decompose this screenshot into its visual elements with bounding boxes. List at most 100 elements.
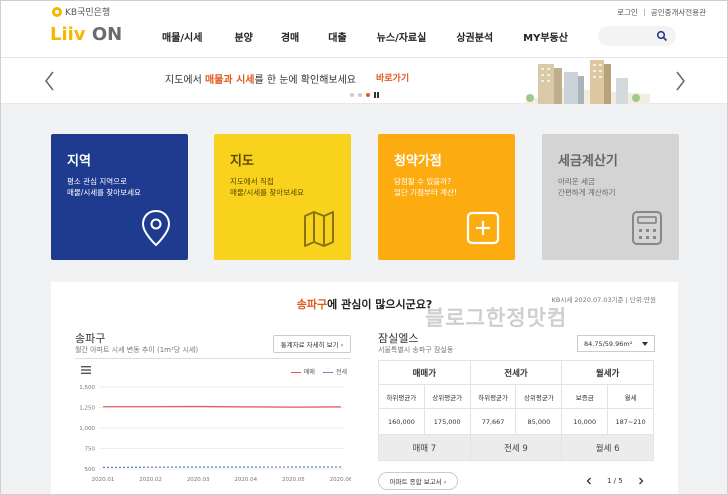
card-subscription-score[interactable]: 청약가점 당첨될 수 있을까? 얼단 기점부터 계산! — [378, 134, 515, 260]
divider — [643, 9, 645, 16]
y-tick-label: 1,500 — [79, 385, 95, 391]
sale-count-button[interactable]: 매매 7 — [378, 434, 471, 461]
banner-pagination — [350, 92, 379, 98]
nav-item-commercial[interactable]: 상권분석 — [456, 29, 493, 44]
area-select-value: 84.75/59.96m² — [584, 339, 633, 348]
card-title: 청약가점 — [394, 154, 442, 169]
nav-item-listings[interactable]: 매물/시세 — [162, 29, 202, 44]
card-description: 아리운 세금 간편하게 계산하기 — [558, 177, 616, 197]
nav-item-my-realestate[interactable]: MY부동산 — [523, 29, 568, 44]
card-title: 지역 — [67, 154, 91, 169]
card-title: 지도 — [230, 154, 254, 169]
nav-item-news[interactable]: 뉴스/자료실 — [377, 29, 427, 44]
nav-item-presale[interactable]: 분양 — [234, 29, 252, 44]
area-select[interactable]: 84.75/59.96m² — [577, 335, 655, 352]
x-tick-label: 2020.01 — [92, 477, 115, 483]
header-monthly: 월세가 — [561, 360, 654, 385]
subheader-cell: 상위평균가 — [515, 384, 563, 409]
banner-go-link[interactable]: 바로가기 — [376, 71, 409, 84]
x-tick-label: 2020.05 — [282, 477, 305, 483]
banner-text-pre: 지도에서 — [165, 75, 205, 86]
banner-text-highlight: 매물과 시세 — [204, 75, 255, 86]
price-trend-chart: 매매 전세 1,500 1,250 1,000 750 500 2020.01 2020.… — [75, 358, 351, 485]
apartment-pager: 1 / 5 — [585, 477, 645, 485]
pause-icon[interactable] — [374, 92, 379, 98]
main-content: 지역 평소 관심 지역으로 매물/시세를 찾아보세요 지도 지도에서 직접 매물… — [0, 104, 728, 495]
promo-banner: 지도에서 매물과 시세를 한 눈에 확인해보세요 바로가기 — [0, 58, 728, 104]
monthly-count-button[interactable]: 월세 6 — [561, 434, 654, 461]
apartment-address: 서울특별시 송파구 잠실동 — [378, 346, 454, 354]
stats-detail-button[interactable]: 통계자료 자세히 보기 › — [273, 335, 351, 353]
x-tick-label: 2020.06 — [330, 477, 351, 483]
bank-name: KB국민은행 — [65, 8, 111, 18]
prev-page-icon[interactable] — [585, 477, 593, 485]
apartment-report-button[interactable]: 아파트 종합 보고서 › — [378, 472, 458, 490]
subheader-cell: 하위평균가 — [378, 384, 425, 409]
table-subheader-row: 하위평균가 상위평균가 하위평균가 상위평균가 보증금 월세 — [378, 384, 654, 409]
value-cell: 187~210 — [607, 408, 654, 435]
jeonse-count-button[interactable]: 전세 9 — [469, 434, 563, 461]
x-tick-label: 2020.04 — [234, 477, 257, 483]
chevron-left-icon[interactable] — [42, 70, 58, 92]
card-description: 지도에서 직접 매물/시세를 찾아보세요 — [230, 177, 304, 197]
caret-down-icon — [642, 342, 648, 346]
apartment-name: 잠실엘스 — [378, 332, 419, 345]
calculator-icon — [632, 211, 662, 245]
kb-bank-logo[interactable]: KB국민은행 — [52, 5, 110, 18]
card-tax-calculator[interactable]: 세금계산기 아리운 세금 간편하게 계산하기 — [542, 134, 679, 260]
value-cell: 85,000 — [515, 408, 563, 435]
value-cell: 10,000 — [561, 408, 609, 435]
location-pin-icon — [141, 209, 171, 247]
kb-star-icon — [52, 6, 62, 17]
y-tick-label: 1,000 — [79, 426, 95, 432]
logo-on-text: ON — [91, 24, 123, 45]
top-utility-links: 로그인 공인중개사전용관 — [617, 7, 706, 18]
table-header-row: 매매가 전세가 월세가 — [378, 360, 654, 385]
chart-plot: 1,500 1,250 1,000 750 500 2020.01 2020.02 2020… — [79, 385, 351, 483]
realtor-link[interactable]: 공인중개사전용관 — [651, 7, 706, 18]
login-link[interactable]: 로그인 — [617, 7, 638, 18]
banner-message: 지도에서 매물과 시세를 한 눈에 확인해보세요 — [165, 71, 356, 86]
listing-count-row: 매매 7 전세 9 월세 6 — [378, 434, 654, 461]
header-sale: 매매가 — [378, 360, 471, 385]
price-table: 매매가 전세가 월세가 하위평균가 상위평균가 하위평균가 상위평균가 보증금 … — [378, 360, 654, 461]
y-tick-label: 1,250 — [79, 406, 95, 412]
interest-region-panel: 송파구에 관심이 많으시군요? KB시세 2020.07.03기준 | 단위:만… — [51, 282, 678, 495]
liiv-on-logo[interactable]: Liiv ON — [50, 24, 122, 45]
search-icon[interactable] — [656, 30, 668, 42]
series-line-sale[interactable] — [103, 405, 342, 408]
chevron-right-icon[interactable] — [672, 70, 688, 92]
logo-liiv-text: Liiv — [50, 24, 86, 45]
x-tick-label: 2020.02 — [139, 477, 162, 483]
value-cell: 175,000 — [423, 408, 471, 435]
card-description: 당첨될 수 있을까? 얼단 기점부터 계산! — [394, 177, 457, 197]
subheader-cell: 월세 — [607, 384, 654, 409]
card-region[interactable]: 지역 평소 관심 지역으로 매물/시세를 찾아보세요 — [51, 134, 188, 260]
card-map[interactable]: 지도 지도에서 직접 매물/시세를 찾아보세요 — [214, 134, 351, 260]
main-nav: 매물/시세 분양 경매 대출 뉴스/자료실 상권분석 MY부동산 — [150, 29, 568, 44]
y-tick-label: 500 — [85, 467, 96, 473]
page-indicator: 1 / 5 — [607, 477, 623, 485]
region-subtitle: 월간 아파트 시세 변동 추이 (1m²당 시세) — [75, 346, 199, 354]
card-description: 평소 관심 지역으로 매물/시세를 찾아보세요 — [67, 177, 141, 197]
header-jeonse: 전세가 — [469, 360, 563, 385]
card-title: 세금계산기 — [558, 154, 618, 169]
banner-dot-active[interactable] — [366, 93, 370, 97]
banner-dot[interactable] — [358, 93, 362, 97]
buildings-illustration — [520, 60, 650, 104]
subheader-cell: 보증금 — [561, 384, 609, 409]
search-box[interactable] — [598, 26, 676, 46]
banner-dot[interactable] — [350, 93, 354, 97]
blog-watermark: 블로그한정맛컴 — [425, 306, 568, 330]
y-tick-label: 750 — [85, 447, 96, 453]
subheader-cell: 하위평균가 — [469, 384, 517, 409]
nav-item-loan[interactable]: 대출 — [328, 29, 346, 44]
panel-title-rest: 에 관심이 많으시군요? — [327, 298, 433, 311]
plus-box-icon — [466, 211, 500, 245]
nav-item-auction[interactable]: 경매 — [281, 29, 299, 44]
banner-text-post: 를 한 눈에 확인해보세요 — [254, 75, 357, 86]
region-title: 송파구 — [75, 332, 106, 345]
next-page-icon[interactable] — [637, 477, 645, 485]
table-row: 160,000 175,000 77,667 85,000 10,000 187… — [378, 408, 654, 435]
value-cell: 77,667 — [469, 408, 517, 435]
